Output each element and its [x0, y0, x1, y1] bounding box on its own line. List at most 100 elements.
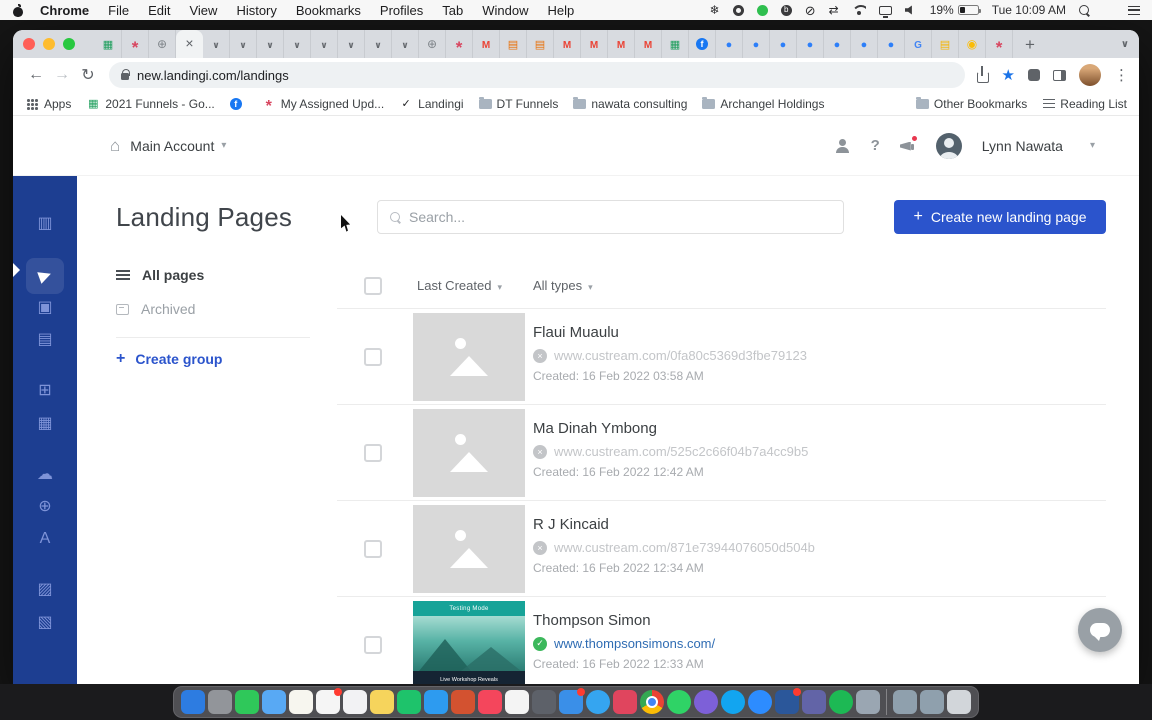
search-input[interactable] [409, 209, 831, 225]
browser-profile-avatar[interactable] [1079, 64, 1101, 86]
dropbox-icon[interactable] [856, 690, 880, 714]
gmail-tab-icon[interactable] [635, 30, 662, 58]
google-tab-icon[interactable] [905, 30, 932, 58]
url-text[interactable]: www.custream.com/525c2c66f04b7a4cc9b5 [554, 444, 808, 459]
sheets-tab-icon[interactable] [95, 30, 122, 58]
sort-dropdown[interactable]: Last Created ▾ [417, 278, 502, 293]
search-box[interactable] [377, 200, 844, 234]
music-icon[interactable] [478, 690, 502, 714]
nav-all-pages[interactable]: All pages [116, 258, 310, 292]
user-menu-chevron-icon[interactable]: ▾ [1090, 140, 1095, 151]
landing-page-thumbnail[interactable] [413, 505, 525, 593]
type-dropdown[interactable]: All types ▾ [533, 278, 593, 293]
app-tab-icon[interactable] [878, 30, 905, 58]
documents-folder-icon[interactable] [920, 690, 944, 714]
fonts-icon[interactable]: A [13, 524, 77, 554]
zoom-icon[interactable] [748, 690, 772, 714]
collapsed-tab-icon[interactable] [338, 30, 365, 58]
app-tab-icon[interactable] [851, 30, 878, 58]
landing-page-thumbnail[interactable] [413, 313, 525, 401]
create-landing-page-button[interactable]: + Create new landing page [894, 200, 1106, 234]
collapsed-tab-icon[interactable] [203, 30, 230, 58]
select-all-checkbox[interactable] [364, 277, 382, 295]
control-center-icon[interactable] [1103, 5, 1115, 16]
keynote-icon[interactable] [424, 690, 448, 714]
clickup-tab-icon[interactable] [446, 30, 473, 58]
other-bookmarks-folder[interactable]: Other Bookmarks [915, 97, 1027, 111]
powerpoint-icon[interactable] [451, 690, 475, 714]
camera-icon[interactable] [532, 690, 556, 714]
active-tab-close-icon[interactable] [176, 30, 203, 58]
mail-tab-icon[interactable] [500, 30, 527, 58]
teams-icon[interactable] [802, 690, 826, 714]
collapsed-tab-icon[interactable] [284, 30, 311, 58]
agency-icon[interactable]: ▨ [13, 575, 77, 605]
photos-tab-icon[interactable] [959, 30, 986, 58]
new-tab-button[interactable]: + [1025, 36, 1035, 53]
clickup-tab-icon[interactable] [122, 30, 149, 58]
messages-icon[interactable] [235, 690, 259, 714]
docs-tab-icon[interactable] [932, 30, 959, 58]
meeting-status-icon[interactable] [756, 4, 768, 16]
domains-icon[interactable]: ⊕ [13, 492, 77, 522]
extension-icon[interactable] [1028, 69, 1040, 81]
bookmark-folder-dt-funnels[interactable]: DT Funnels [478, 97, 558, 111]
downloads-folder-icon[interactable] [893, 690, 917, 714]
app-tab-icon[interactable] [770, 30, 797, 58]
url-text[interactable]: www.custream.com/0fa80c5369d3fbe79123 [554, 348, 807, 363]
collapsed-tab-icon[interactable] [311, 30, 338, 58]
gmail-tab-icon[interactable] [581, 30, 608, 58]
chat-widget-button[interactable] [1078, 608, 1122, 652]
bookmark-folder-archangel-holdings[interactable]: Archangel Holdings [702, 97, 824, 111]
users-icon[interactable] [835, 138, 851, 153]
photos-icon[interactable] [505, 690, 529, 714]
mail-tab-icon[interactable] [527, 30, 554, 58]
collapsed-tab-icon[interactable] [257, 30, 284, 58]
landing-page-title[interactable]: Ma Dinah Ymbong [533, 420, 808, 437]
battery-indicator[interactable]: 19% [930, 3, 981, 17]
whatsapp-icon[interactable] [667, 690, 691, 714]
row-checkbox[interactable] [364, 444, 382, 462]
menubar-item[interactable]: Edit [148, 3, 170, 18]
chrome-icon[interactable] [640, 690, 664, 714]
minimize-window-button[interactable] [43, 38, 55, 50]
menubar-item[interactable]: Bookmarks [296, 3, 361, 18]
bookmark-my-assigned[interactable]: My Assigned Upd... [262, 97, 384, 111]
landing-page-thumbnail[interactable] [413, 409, 525, 497]
home-icon[interactable]: ⌂ [110, 137, 120, 154]
side-panel-icon[interactable] [1053, 69, 1066, 81]
menubar-list-icon[interactable] [1128, 5, 1140, 15]
account-switcher[interactable]: Main Account [130, 138, 214, 154]
bookmark-star-icon[interactable]: ★ [1002, 68, 1015, 83]
stickies-icon[interactable] [370, 690, 394, 714]
reading-list-button[interactable]: Reading List [1043, 97, 1127, 111]
browser-menu-icon[interactable]: ⋮ [1114, 68, 1129, 83]
gmail-tab-icon[interactable] [554, 30, 581, 58]
word-icon[interactable] [775, 688, 801, 714]
wifi-icon[interactable] [852, 5, 866, 15]
landing-page-title[interactable]: R J Kincaid [533, 516, 815, 533]
sheets-tab-icon[interactable] [662, 30, 689, 58]
finder-icon[interactable] [181, 690, 205, 714]
landing-page-thumbnail[interactable]: Testing Mode Live Workshop Reveals [413, 601, 525, 684]
menubar-item[interactable]: View [189, 3, 217, 18]
leads-icon[interactable]: ▦ [13, 409, 77, 439]
snowflake-menu-icon[interactable] [710, 4, 720, 16]
collapsed-tab-icon[interactable] [230, 30, 257, 58]
nav-archived[interactable]: Archived [116, 292, 310, 326]
smart-sections-icon[interactable]: ⊞ [13, 376, 77, 406]
spotlight-search-icon[interactable] [1079, 4, 1090, 16]
app-tab-icon[interactable] [824, 30, 851, 58]
forward-button[interactable]: → [49, 66, 75, 84]
user-avatar[interactable] [935, 132, 962, 159]
notes-icon[interactable] [289, 690, 313, 714]
calendar-icon[interactable] [316, 688, 342, 714]
zoom-window-button[interactable] [63, 38, 75, 50]
uploads-icon[interactable]: ☁ [13, 460, 77, 490]
row-checkbox[interactable] [364, 540, 382, 558]
volume-icon[interactable] [904, 5, 912, 15]
bluetooth-menu-icon[interactable]: b [780, 4, 792, 16]
address-bar[interactable]: new.landingi.com/landings [109, 62, 965, 88]
popups-icon[interactable]: ▣ [13, 293, 77, 323]
web-tab-icon[interactable] [419, 30, 446, 58]
